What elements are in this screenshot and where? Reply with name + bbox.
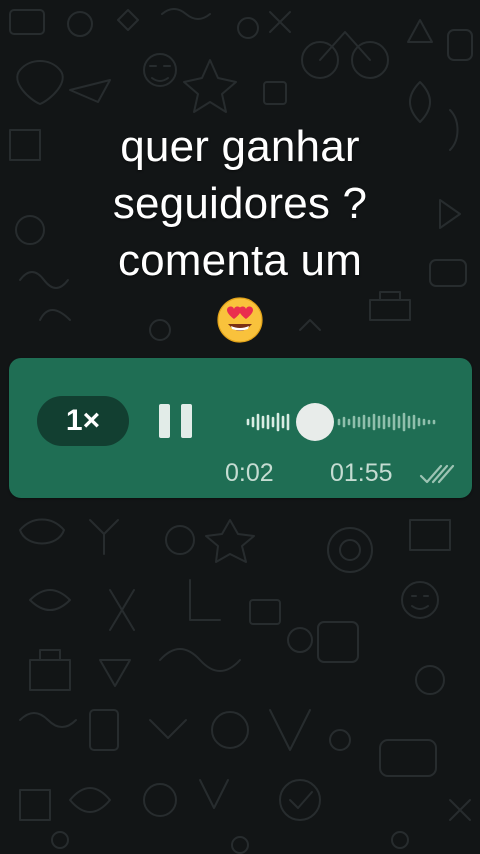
- playback-speed-button[interactable]: 1×: [37, 396, 129, 446]
- voice-message-bubble[interactable]: 1× 0:02 01:55: [9, 358, 472, 498]
- caption-line: comenta um: [117, 236, 363, 285]
- caption-line: seguidores ?: [112, 179, 368, 228]
- caption-line: quer ganhar: [120, 122, 360, 171]
- overlay-caption: quer ganhar seguidores ? comenta um: [0, 118, 480, 289]
- chat-screen: quer ganhar seguidores ? comenta um 1× 0…: [0, 0, 480, 854]
- double-check-icon: [419, 464, 455, 484]
- pause-icon[interactable]: [159, 404, 193, 438]
- current-time: 0:02: [225, 459, 274, 487]
- waveform-icon[interactable]: [235, 398, 441, 446]
- heart-eyes-emoji-icon: [217, 297, 263, 343]
- progress-knob: [296, 403, 334, 441]
- duration: 01:55: [330, 459, 393, 487]
